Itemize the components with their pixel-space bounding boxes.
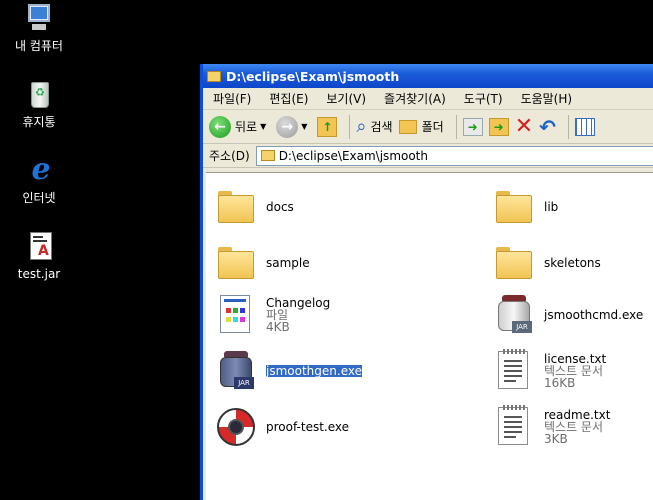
my-computer-icon [22, 2, 56, 36]
file-item-sample[interactable]: sample [214, 241, 310, 285]
desktop-icon-recycle-bin[interactable]: ♻ 휴지통 [0, 78, 78, 129]
folders-icon [398, 119, 417, 134]
file-size: 16KB [544, 376, 576, 390]
folders-button[interactable]: 폴더 [398, 118, 444, 135]
back-button[interactable]: ← 뒤로 ▼ [209, 115, 270, 138]
desktop-icon-label: 내 컴퓨터 [15, 39, 63, 53]
toolbar: ← 뒤로 ▼ → ▼ ↑ ⌕ 검색 폴더 ➜ ➜ ✕ ↶ [203, 110, 653, 144]
toolbar-separator [349, 114, 351, 139]
folder-icon [214, 241, 258, 285]
copy-to-button[interactable]: ➜ [488, 117, 509, 136]
chevron-down-icon[interactable]: ▼ [260, 122, 266, 131]
views-icon [574, 117, 595, 136]
file-item-jsmoothcmd[interactable]: JAR jsmoothcmd.exe [492, 293, 643, 337]
folder-icon [260, 150, 275, 161]
file-item-readme[interactable]: readme.txt 텍스트 문서 3KB [492, 405, 610, 449]
delete-icon: ✕ [514, 113, 534, 139]
forward-button[interactable]: → ▼ [276, 115, 311, 138]
move-to-icon: ➜ [462, 117, 483, 136]
back-label: 뒤로 [235, 120, 258, 134]
forward-arrow-icon: → [276, 115, 299, 138]
file-item-lib[interactable]: lib [492, 185, 558, 229]
jar-executable-icon: JAR [492, 293, 536, 337]
folder-icon [207, 70, 221, 82]
folders-label: 폴더 [421, 120, 444, 134]
file-item-changelog[interactable]: Changelog 파일 4KB [214, 293, 330, 337]
search-label: 검색 [370, 120, 393, 134]
jar-file-icon: A [22, 230, 56, 264]
file-name: sample [266, 256, 310, 270]
lifebuoy-icon [214, 405, 258, 449]
folder-icon [492, 241, 536, 285]
file-size: 4KB [266, 320, 290, 334]
desktop-icon-label: test.jar [17, 267, 61, 281]
menu-bar: 파일(F) 편집(E) 보기(V) 즐겨찾기(A) 도구(T) 도움말(H) [203, 88, 653, 110]
folder-up-icon: ↑ [317, 116, 338, 137]
search-icon: ⌕ [356, 116, 367, 137]
file-item-skeletons[interactable]: skeletons [492, 241, 601, 285]
title-bar[interactable]: D:\eclipse\Exam\jsmooth [203, 64, 653, 88]
file-item-proof-test[interactable]: proof-test.exe [214, 405, 349, 449]
file-name: lib [544, 200, 559, 214]
text-document-icon [492, 349, 536, 393]
address-value: D:\eclipse\Exam\jsmooth [278, 148, 428, 163]
internet-explorer-icon: e [31, 152, 51, 187]
file-item-license[interactable]: license.txt 텍스트 문서 16KB [492, 349, 606, 393]
toolbar-separator [455, 114, 457, 139]
file-item-jsmoothgen[interactable]: JAR jsmoothgen.exe [214, 349, 363, 393]
window-title: D:\eclipse\Exam\jsmooth [226, 68, 400, 84]
up-button[interactable]: ↑ [317, 116, 338, 137]
text-document-icon [492, 405, 536, 449]
folder-icon [214, 185, 258, 229]
move-to-button[interactable]: ➜ [462, 117, 483, 136]
menu-view[interactable]: 보기(V) [326, 90, 366, 107]
recycle-bin-icon: ♻ [22, 78, 56, 112]
desktop-icon-label: 인터넷 [22, 191, 56, 205]
views-button[interactable] [574, 117, 595, 136]
file-name: skeletons [544, 256, 601, 270]
folder-icon [492, 185, 536, 229]
menu-file[interactable]: 파일(F) [213, 90, 251, 107]
search-button[interactable]: ⌕ 검색 [356, 116, 392, 137]
address-bar: 주소(D) D:\eclipse\Exam\jsmooth [203, 144, 653, 168]
file-size: 3KB [544, 432, 568, 446]
file-name: jsmoothcmd.exe [544, 308, 644, 322]
file-name: docs [266, 200, 294, 214]
menu-edit[interactable]: 편집(E) [269, 90, 308, 107]
menu-favorites[interactable]: 즐겨찾기(A) [384, 90, 446, 107]
file-item-docs[interactable]: docs [214, 185, 294, 229]
explorer-window: D:\eclipse\Exam\jsmooth 파일(F) 편집(E) 보기(V… [200, 64, 653, 500]
file-name: jsmoothgen.exe [265, 364, 363, 378]
delete-button[interactable]: ✕ [514, 113, 534, 139]
toolbar-separator [567, 114, 569, 139]
generic-file-icon [214, 293, 258, 337]
file-list: docs lib sample skeletons Changelog 파일 4… [206, 172, 653, 500]
desktop-icon-my-computer[interactable]: 내 컴퓨터 [0, 2, 78, 53]
undo-icon: ↶ [539, 114, 556, 139]
jar-executable-icon: JAR [214, 349, 258, 393]
undo-button[interactable]: ↶ [539, 115, 556, 139]
address-input[interactable]: D:\eclipse\Exam\jsmooth [255, 145, 653, 166]
desktop-icon-label: 휴지통 [22, 115, 56, 129]
menu-help[interactable]: 도움말(H) [521, 90, 573, 107]
desktop-icon-test-jar[interactable]: A test.jar [0, 230, 78, 281]
file-name: proof-test.exe [266, 420, 350, 434]
desktop-icon-internet[interactable]: e 인터넷 [0, 152, 78, 206]
back-arrow-icon: ← [209, 115, 231, 138]
address-label: 주소(D) [209, 149, 250, 163]
copy-to-icon: ➜ [488, 117, 509, 136]
menu-tools[interactable]: 도구(T) [464, 90, 503, 107]
chevron-down-icon[interactable]: ▼ [301, 122, 307, 131]
